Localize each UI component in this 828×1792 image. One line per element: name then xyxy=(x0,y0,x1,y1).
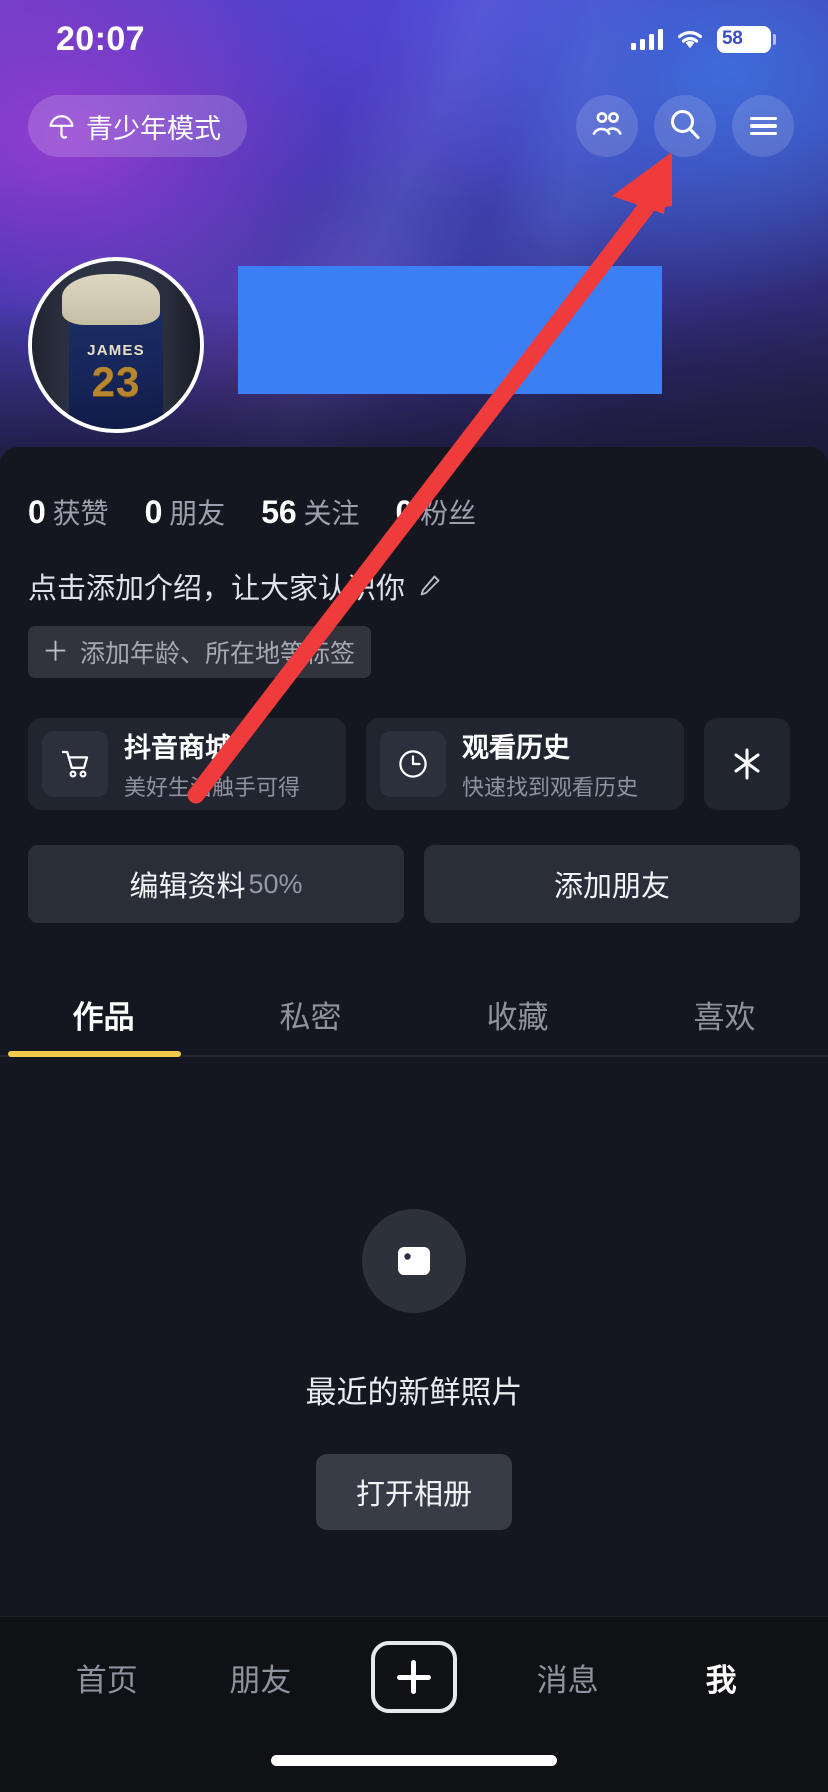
pencil-icon xyxy=(417,573,443,599)
tab-private[interactable]: 私密 xyxy=(207,992,414,1057)
edit-profile-label: 编辑资料 xyxy=(129,871,246,903)
top-navigation-bar: 青少年模式 xyxy=(0,95,828,157)
shortcut-card-history[interactable]: 观看历史 快速找到观看历史 xyxy=(366,718,684,810)
username-redaction-box xyxy=(238,266,662,394)
shortcut-cards-row: 抖音商城 美好生活触手可得 观看历史 快速找到观看历史 xyxy=(0,678,828,810)
avatar[interactable]: JAMES 23 xyxy=(28,257,204,433)
add-friend-button[interactable]: 添加朋友 xyxy=(424,845,800,923)
shortcut-card-next-partial[interactable] xyxy=(704,718,790,810)
bio-row[interactable]: 点击添加介绍，让大家认识你 xyxy=(0,532,828,607)
bottom-nav-me[interactable]: 我 xyxy=(644,1655,798,1700)
teen-mode-button[interactable]: 青少年模式 xyxy=(28,95,247,157)
stat-following-count: 56 xyxy=(261,494,297,530)
douyin-spark-icon xyxy=(714,731,780,797)
stat-likes-label: 获赞 xyxy=(52,498,109,529)
plus-create-icon xyxy=(370,1641,457,1713)
umbrella-icon xyxy=(48,113,75,140)
profile-action-buttons: 编辑资料 50% 添加朋友 xyxy=(0,810,828,923)
bottom-nav-create[interactable] xyxy=(337,1641,491,1713)
battery-icon: 58 xyxy=(717,25,771,53)
people-icon xyxy=(590,109,624,144)
plus-icon: ＋ xyxy=(42,636,69,667)
menu-button[interactable] xyxy=(732,95,794,157)
stat-following[interactable]: 56 关注 xyxy=(261,492,359,532)
bottom-nav-messages[interactable]: 消息 xyxy=(491,1655,645,1700)
stat-likes[interactable]: 0 获赞 xyxy=(28,492,109,532)
add-tags-label: 添加年龄、所在地等标签 xyxy=(80,640,356,668)
tab-favorites[interactable]: 收藏 xyxy=(414,992,621,1057)
cellular-signal-icon xyxy=(630,28,663,50)
bio-placeholder-text: 点击添加介绍，让大家认识你 xyxy=(28,573,406,605)
stat-friends-label: 朋友 xyxy=(169,498,226,529)
tab-works[interactable]: 作品 xyxy=(0,992,207,1057)
bottom-nav-items: 首页 朋友 消息 我 xyxy=(0,1617,828,1737)
profile-tabs: 作品 私密 收藏 喜欢 xyxy=(0,975,828,1057)
image-placeholder-icon xyxy=(362,1209,466,1313)
home-indicator xyxy=(271,1755,557,1766)
empty-state: 最近的新鲜照片 打开相册 xyxy=(0,1057,828,1530)
tab-active-indicator xyxy=(8,1051,181,1057)
stat-followers-label: 粉丝 xyxy=(420,498,477,529)
battery-cap xyxy=(773,33,776,45)
stat-likes-count: 0 xyxy=(28,494,46,530)
tab-liked[interactable]: 喜欢 xyxy=(621,992,828,1057)
search-button[interactable] xyxy=(654,95,716,157)
avatar-jersey-number: 23 xyxy=(91,358,141,406)
avatar-image: JAMES 23 xyxy=(32,261,200,429)
battery-percent: 58 xyxy=(722,28,743,49)
stat-followers[interactable]: 0 粉丝 xyxy=(395,492,476,532)
hamburger-menu-icon xyxy=(749,116,777,136)
shortcut-card-mall-subtitle: 美好生活触手可得 xyxy=(124,775,301,800)
stat-friends-count: 0 xyxy=(144,494,163,530)
friends-button[interactable] xyxy=(576,95,638,157)
clock-icon xyxy=(380,731,446,797)
teen-mode-label: 青少年模式 xyxy=(86,113,221,144)
shortcut-card-mall-title: 抖音商城 xyxy=(124,733,232,763)
profile-stats-row: 0 获赞 0 朋友 56 关注 0 粉丝 xyxy=(0,447,828,532)
avatar-jersey-name: JAMES xyxy=(87,341,145,359)
shortcut-card-mall[interactable]: 抖音商城 美好生活触手可得 xyxy=(28,718,346,810)
add-tags-chip[interactable]: ＋ 添加年龄、所在地等标签 xyxy=(28,626,372,678)
stat-following-label: 关注 xyxy=(303,498,360,529)
shortcut-card-history-title: 观看历史 xyxy=(462,733,570,763)
status-bar: 20:07 58 xyxy=(0,0,828,78)
edit-profile-percent: 50% xyxy=(248,868,303,899)
wifi-icon xyxy=(676,29,704,50)
status-bar-indicators: 58 xyxy=(630,25,776,53)
stat-followers-count: 0 xyxy=(395,494,414,530)
phone-screen: 20:07 58 青少年模式 JAMES 23 0 获赞 0 朋友 56 关注 … xyxy=(0,0,828,1792)
add-friend-label: 添加朋友 xyxy=(553,871,670,903)
status-bar-time: 20:07 xyxy=(56,19,145,58)
bottom-nav-home[interactable]: 首页 xyxy=(30,1655,184,1700)
shopping-cart-icon xyxy=(42,731,108,797)
search-icon xyxy=(668,107,702,146)
top-nav-icon-group xyxy=(576,95,794,157)
stat-friends[interactable]: 0 朋友 xyxy=(145,492,226,532)
open-album-button[interactable]: 打开相册 xyxy=(316,1454,512,1530)
profile-content-sheet: 0 获赞 0 朋友 56 关注 0 粉丝 点击添加介绍，让大家认识你 ＋ 添加年… xyxy=(0,447,828,1615)
empty-state-title: 最近的新鲜照片 xyxy=(305,1375,523,1410)
bottom-navigation-bar: 首页 朋友 消息 我 xyxy=(0,1616,828,1792)
shortcut-card-history-subtitle: 快速找到观看历史 xyxy=(462,775,639,800)
bottom-nav-friends[interactable]: 朋友 xyxy=(184,1655,338,1700)
edit-profile-button[interactable]: 编辑资料 50% xyxy=(28,845,404,923)
